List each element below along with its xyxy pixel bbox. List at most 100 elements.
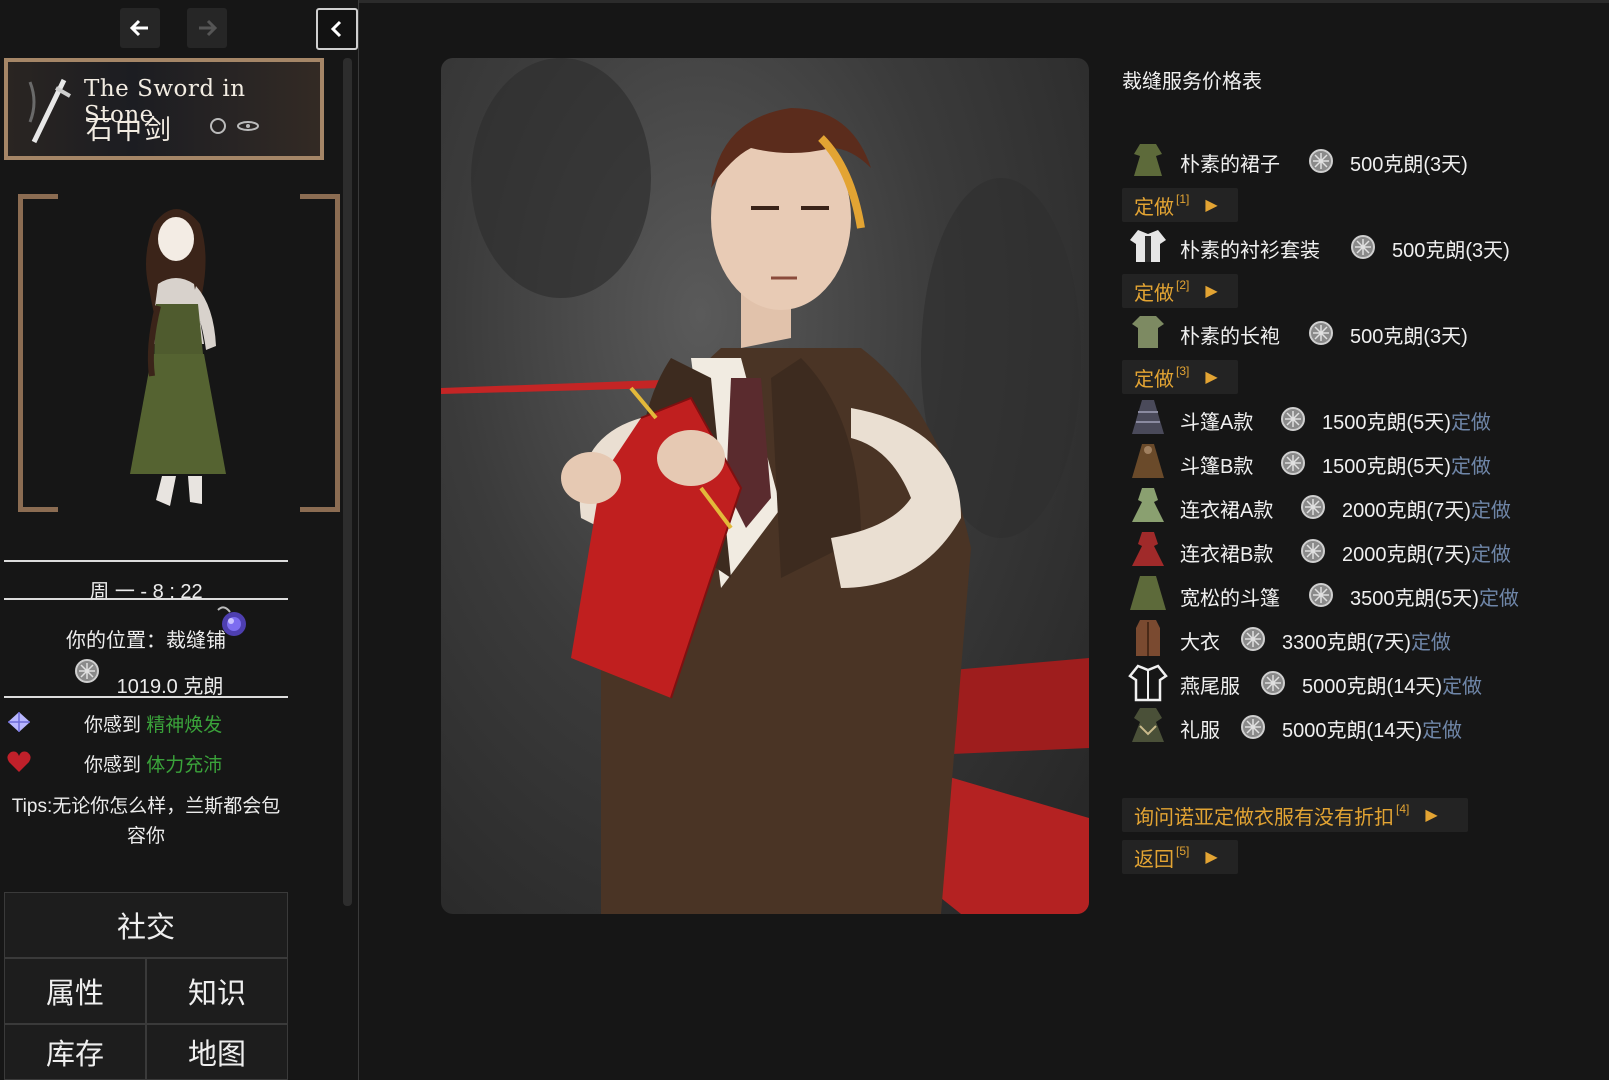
item-row: 大衣 3300克朗(7天)定做 — [1128, 618, 1568, 658]
arrow-right-icon — [199, 19, 218, 37]
item-name: 燕尾服 — [1180, 676, 1240, 698]
item-price: 500克朗(3天) — [1350, 326, 1468, 348]
play-arrow-icon: ▶ — [1205, 197, 1218, 214]
tips-text: Tips:无论你怎么样，兰斯都会包容你 — [11, 796, 281, 847]
item-name: 连衣裙B款 — [1180, 544, 1274, 566]
hotkey: [1] — [1176, 192, 1190, 206]
arrow-left-icon — [129, 19, 148, 37]
item-row: 连衣裙A款 2000克朗(7天)定做 — [1128, 486, 1568, 526]
item-row: 燕尾服 5000克朗(14天)定做 — [1128, 662, 1568, 702]
forward-button[interactable] — [187, 8, 227, 48]
order-link[interactable]: 定做 — [1471, 500, 1511, 522]
frame-bracket-left — [18, 194, 58, 512]
item-price: 2000克朗(7天) — [1342, 544, 1471, 566]
coin-icon — [1241, 627, 1265, 651]
cloak-icon — [1130, 576, 1166, 610]
item-name: 朴素的裙子 — [1180, 154, 1280, 176]
character-figure — [130, 209, 226, 506]
cloak-icon — [1132, 444, 1164, 478]
coin-icon — [1261, 671, 1285, 695]
item-price: 1500克朗(5天) — [1322, 456, 1451, 478]
hotkey: [3] — [1176, 364, 1190, 378]
inventory-button[interactable]: 库存 — [4, 1024, 146, 1080]
item-row: 斗篷A款 1500克朗(5天)定做 — [1128, 398, 1568, 438]
item-row: 宽松的斗篷 3500克朗(5天)定做 — [1128, 574, 1568, 614]
dress-icon — [1134, 144, 1162, 176]
frame-bracket-right — [300, 194, 340, 512]
play-arrow-icon: ▶ — [1425, 807, 1438, 824]
item-row: 朴素的衬衫套装 500克朗(3天) — [1128, 226, 1568, 266]
coin-icon — [1301, 539, 1325, 563]
return-button[interactable]: 返回 [5] ▶ — [1122, 840, 1238, 874]
mood-value: 精神焕发 — [146, 715, 223, 736]
crystal-icon — [8, 712, 30, 732]
order-link[interactable]: 定做 — [1422, 720, 1462, 742]
divider — [4, 696, 288, 698]
order-button-2[interactable]: 定做 [2] ▶ — [1122, 274, 1238, 308]
item-price: 5000克朗(14天) — [1282, 720, 1423, 742]
orb-icon — [217, 606, 246, 636]
price-list-title: 裁缝服务价格表 — [1122, 71, 1262, 93]
mood-spirit: 你感到 精神焕发 — [0, 708, 290, 736]
knowledge-button[interactable]: 知识 — [146, 958, 288, 1024]
sidebar-scrollbar[interactable] — [343, 58, 352, 906]
item-price: 2000克朗(7天) — [1342, 500, 1471, 522]
divider — [4, 560, 288, 562]
play-arrow-icon: ▶ — [1205, 283, 1218, 300]
item-name: 朴素的长袍 — [1180, 326, 1280, 348]
order-label: 定做 — [1134, 196, 1174, 219]
ask-discount-button[interactable]: 询问诺亚定做衣服有没有折扣 [4] ▶ — [1122, 798, 1468, 832]
item-name: 连衣裙A款 — [1180, 500, 1274, 522]
mood-label: 你感到 — [84, 715, 147, 736]
item-price: 1500克朗(5天) — [1322, 412, 1451, 434]
gown-icon — [1132, 488, 1164, 522]
hotkey: [2] — [1176, 278, 1190, 292]
item-row: 礼服 5000克朗(14天)定做 — [1128, 706, 1568, 746]
tailcoat-icon — [1128, 664, 1168, 702]
item-name: 斗篷B款 — [1180, 456, 1254, 478]
item-price: 3500克朗(5天) — [1350, 588, 1479, 610]
order-link[interactable]: 定做 — [1471, 544, 1511, 566]
mood-stamina: 你感到 体力充沛 — [0, 748, 290, 776]
gown-icon — [1132, 532, 1164, 566]
attributes-button[interactable]: 属性 — [4, 958, 146, 1024]
chevron-left-icon — [330, 20, 342, 38]
heart-icon — [7, 751, 31, 772]
order-link[interactable]: 定做 — [1442, 676, 1482, 698]
order-label: 定做 — [1134, 282, 1174, 305]
sword-icon — [28, 78, 71, 144]
item-name: 大衣 — [1180, 632, 1220, 654]
coin-icon — [1351, 235, 1375, 259]
banner-title-zh: 石中剑 — [86, 115, 173, 146]
order-link[interactable]: 定做 — [1451, 412, 1491, 434]
item-row: 朴素的裙子 500克朗(3天) — [1128, 140, 1568, 180]
order-link[interactable]: 定做 — [1479, 588, 1519, 610]
order-button-3[interactable]: 定做 [3] ▶ — [1122, 360, 1238, 394]
back-button[interactable] — [120, 8, 160, 48]
tailor-character-art — [441, 58, 1089, 914]
item-row: 连衣裙B款 2000克朗(7天)定做 — [1128, 530, 1568, 570]
mood-value: 体力充沛 — [146, 755, 223, 776]
order-link[interactable]: 定做 — [1451, 456, 1491, 478]
item-price: 500克朗(3天) — [1350, 154, 1468, 176]
coin-icon — [1281, 407, 1305, 431]
game-banner: The Sword in Stone 石中剑 — [4, 58, 324, 160]
money-amount: 1019.0 克朗 — [116, 676, 224, 698]
collapse-sidebar-button[interactable] — [316, 8, 358, 50]
divider — [4, 598, 288, 600]
coin-icon — [1241, 715, 1265, 739]
item-name: 斗篷A款 — [1180, 412, 1254, 434]
emblem-icon — [210, 118, 259, 134]
coin-icon — [1309, 149, 1333, 173]
robe-icon — [1132, 316, 1164, 348]
item-name: 礼服 — [1180, 720, 1220, 742]
play-arrow-icon: ▶ — [1205, 849, 1218, 866]
sidebar: The Sword in Stone 石中剑 周 一 - 8 : 22 你的位置… — [0, 0, 359, 1080]
order-link[interactable]: 定做 — [1411, 632, 1451, 654]
social-button[interactable]: 社交 — [4, 892, 288, 958]
order-button-1[interactable]: 定做 [1] ▶ — [1122, 188, 1238, 222]
map-button[interactable]: 地图 — [146, 1024, 288, 1080]
coin-icon — [1301, 495, 1325, 519]
mood-label: 你感到 — [84, 755, 147, 776]
coin-icon — [1309, 583, 1333, 607]
